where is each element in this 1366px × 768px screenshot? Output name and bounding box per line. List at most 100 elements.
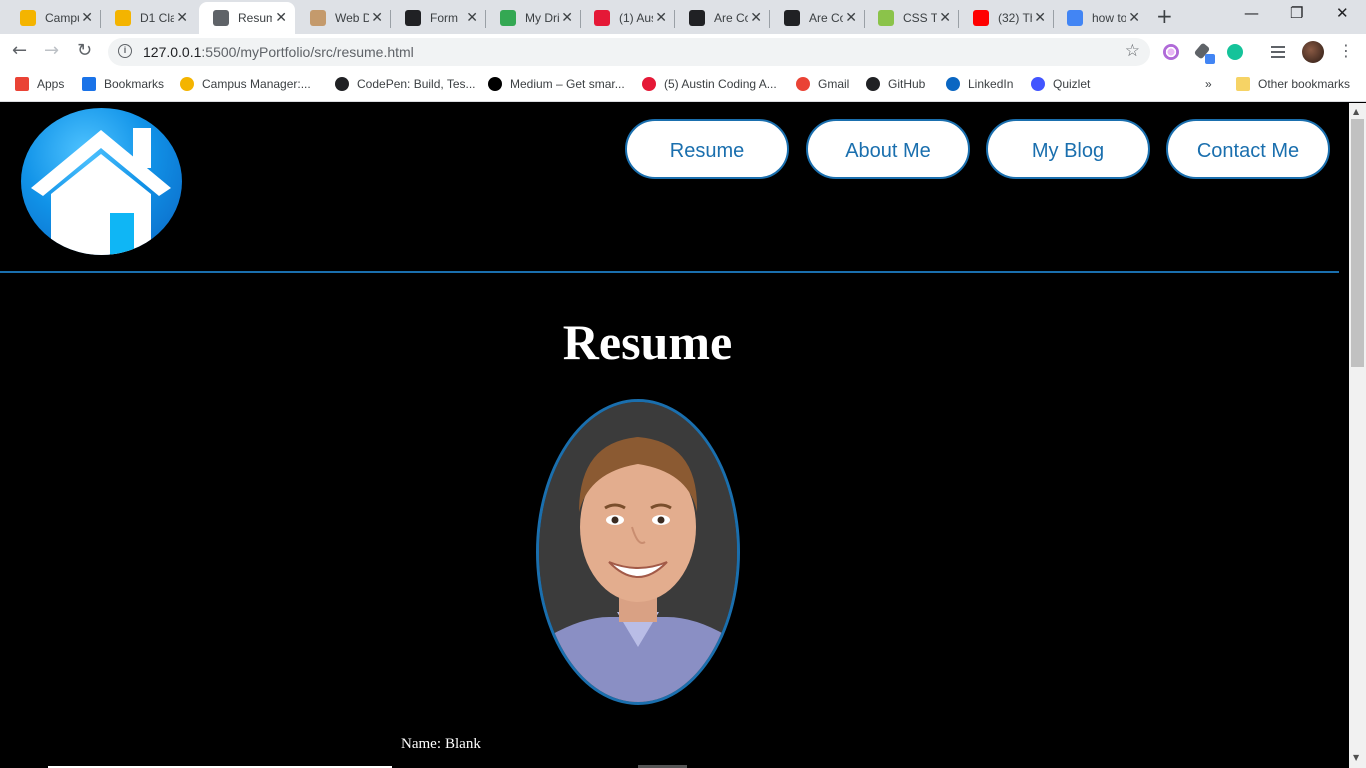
new-tab-button[interactable]: + [1156,6,1173,26]
browser-tab[interactable]: (32) The✕ [959,2,1054,34]
media-control-icon[interactable] [1271,46,1285,58]
name-value: Blank [444,736,481,752]
bookmark-label: Apps [37,77,65,91]
close-tab-icon[interactable]: ✕ [81,10,93,26]
quizlet-icon [1031,77,1045,91]
other-bookmarks-label: Other bookmarks [1258,77,1351,91]
cast-extension-icon[interactable] [1163,44,1179,60]
aca-icon [115,10,131,26]
aca-icon [180,77,194,91]
forward-icon[interactable]: → [44,40,59,62]
header-divider [0,271,1339,273]
nav-contact-me-button[interactable]: Contact Me [1166,119,1330,179]
extension-badge-icon [1205,54,1215,64]
profile-avatar[interactable] [1302,41,1324,63]
close-tab-icon[interactable]: ✕ [275,10,287,26]
folder-icon [1236,77,1250,91]
bookmark-item[interactable]: Campus Manager:... [180,77,311,91]
close-tab-icon[interactable]: ✕ [371,10,383,26]
bookmarks-bar: Apps Bookmarks Campus Manager:... CodePen: … [0,70,1366,102]
bookmark-label: Quizlet [1053,77,1091,91]
name-label: Name: [401,736,441,752]
browser-tab[interactable]: Campus Manager✕ [6,2,101,34]
browser-tab[interactable]: Web Dev✕ [296,2,391,34]
bookmark-label: Medium – Get smar... [510,77,625,91]
nav-about-me-button[interactable]: About Me [806,119,970,179]
close-tab-icon[interactable]: ✕ [466,10,478,26]
browser-tab[interactable]: D1 Class✕ [101,2,196,34]
apps-grid-icon [15,77,29,91]
aca-icon [20,10,36,26]
browser-tab[interactable]: (1) Austin✕ [580,2,675,34]
browser-tab[interactable]: Are Coding✕ [675,2,770,34]
restore-icon[interactable]: ❐ [1290,4,1303,22]
person-icon [310,10,326,26]
close-tab-icon[interactable]: ✕ [561,10,573,26]
linkedin-icon [946,77,960,91]
close-tab-icon[interactable]: ✕ [655,10,667,26]
dc-icon [784,10,800,26]
tab-title: Are Coding [809,11,843,25]
tab-title: (32) The [998,11,1032,25]
browser-toolbar: ← → ↻ i 127.0.0.1:5500/myPortfolio/src/r… [0,34,1366,70]
name-field: Name: Blank [401,736,481,753]
nav-my-blog-button[interactable]: My Blog [986,119,1150,179]
browser-tab[interactable]: CSS Tricks✕ [864,2,959,34]
tab-title: D1 Class [140,11,174,25]
portfolio-page: Resume About Me My Blog Contact Me Resum… [0,103,1349,768]
browser-tab[interactable]: Are Coding✕ [770,2,865,34]
bookmark-item[interactable]: Apps [15,77,64,91]
bookmark-item[interactable]: LinkedIn [946,77,1013,91]
url-text[interactable]: 127.0.0.1:5500/myPortfolio/src/resume.ht… [143,44,414,60]
bookmark-item[interactable]: (5) Austin Coding A... [642,77,777,91]
close-window-icon[interactable]: ✕ [1336,4,1349,22]
grammarly-icon[interactable] [1227,44,1243,60]
bookmark-label: (5) Austin Coding A... [664,77,777,91]
scroll-down-icon[interactable]: ▼ [1353,753,1359,762]
bookmark-item[interactable]: Medium – Get smar... [488,77,625,91]
nav-resume-button[interactable]: Resume [625,119,789,179]
codepen-icon [405,10,421,26]
minimize-icon[interactable]: — [1244,4,1259,22]
browser-menu-icon[interactable]: ⋮ [1338,40,1354,62]
tab-title: Are Coding [714,11,748,25]
browser-tab[interactable]: how to ✕ [1053,2,1148,34]
close-tab-icon[interactable]: ✕ [1128,10,1140,26]
dc-icon [689,10,705,26]
bookmark-item[interactable]: Bookmarks [82,77,164,91]
scrollbar-thumb[interactable] [1351,119,1364,367]
scroll-up-icon[interactable]: ▲ [1353,107,1359,116]
bookmark-star-icon[interactable]: ☆ [1125,41,1140,61]
close-tab-icon[interactable]: ✕ [1034,10,1046,26]
tab-title: Campus Manager [45,11,79,25]
home-icon[interactable] [21,108,182,255]
bookmark-label: CodePen: Build, Tes... [357,77,476,91]
more-bookmarks-button[interactable]: » [1205,77,1212,91]
browser-tab[interactable]: Resume✕ [199,2,295,34]
browser-tab[interactable]: Form ✕ [391,2,486,34]
other-bookmarks-folder[interactable]: Other bookmarks [1236,77,1350,91]
browser-tab[interactable]: My Drive✕ [486,2,581,34]
reload-icon[interactable]: ↻ [77,40,92,62]
close-tab-icon[interactable]: ✕ [176,10,188,26]
back-icon[interactable]: ← [12,40,27,62]
site-info-icon[interactable]: i [118,44,132,58]
address-bar[interactable]: i 127.0.0.1:5500/myPortfolio/src/resume.… [108,38,1150,66]
bookmark-item[interactable]: Gmail [796,77,849,91]
close-tab-icon[interactable]: ✕ [845,10,857,26]
profile-photo [536,399,740,705]
bookmark-item[interactable]: GitHub [866,77,925,91]
medium-icon [488,77,502,91]
w3-icon [878,10,894,26]
drive-icon [500,10,516,26]
bookmark-label: Gmail [818,77,850,91]
bookmark-label: LinkedIn [968,77,1014,91]
page-scrollbar[interactable]: ▲ ▼ [1349,103,1366,768]
close-tab-icon[interactable]: ✕ [750,10,762,26]
bookmark-label: Bookmarks [104,77,165,91]
tab-title: how to [1092,11,1126,25]
github-icon [866,77,880,91]
close-tab-icon[interactable]: ✕ [939,10,951,26]
bookmark-item[interactable]: CodePen: Build, Tes... [335,77,476,91]
bookmark-item[interactable]: Quizlet [1031,77,1090,91]
